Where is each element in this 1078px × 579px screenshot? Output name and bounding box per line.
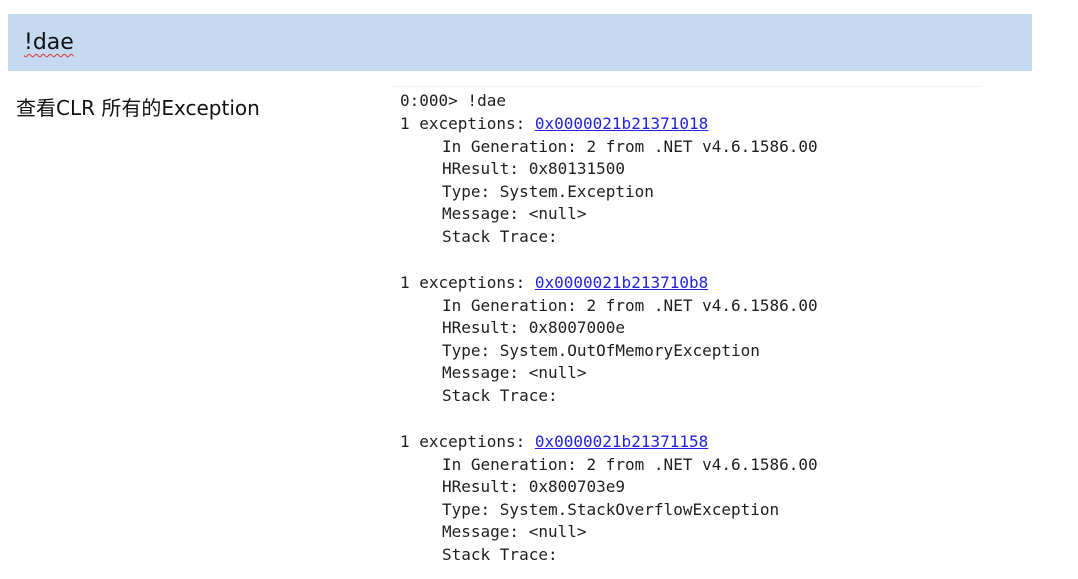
- exception-message: Message: <null>: [442, 204, 587, 223]
- exception-message: Message: <null>: [442, 522, 587, 541]
- exception-stack-trace: Stack Trace:: [442, 386, 558, 405]
- exception-stack-trace: Stack Trace:: [442, 545, 558, 564]
- exception-message: Message: <null>: [442, 363, 587, 382]
- exception-address-link[interactable]: 0x0000021b21371018: [535, 114, 708, 133]
- exception-hresult: HResult: 0x800703e9: [442, 477, 626, 496]
- exception-address-link[interactable]: 0x0000021b21371158: [535, 432, 708, 451]
- page-title: !dae: [24, 30, 74, 55]
- exception-stack-trace: Stack Trace:: [442, 227, 558, 246]
- exception-generation: In Generation: 2 from .NET v4.6.1586.00: [442, 455, 818, 474]
- exception-hresult: HResult: 0x80131500: [442, 159, 626, 178]
- console-output: 0:000> !dae 1 exceptions: 0x0000021b2137…: [392, 86, 982, 579]
- exception-address-link[interactable]: 0x0000021b213710b8: [535, 273, 708, 292]
- exception-type: Type: System.Exception: [442, 182, 654, 201]
- exception-generation: In Generation: 2 from .NET v4.6.1586.00: [442, 137, 818, 156]
- exception-header: 1 exceptions: 0x0000021b21371018: [400, 114, 708, 134]
- exception-type: Type: System.OutOfMemoryException: [442, 341, 760, 360]
- exception-type: Type: System.StackOverflowException: [442, 500, 780, 519]
- header-bar: !dae: [8, 14, 1032, 71]
- exception-header: 1 exceptions: 0x0000021b213710b8: [400, 273, 708, 293]
- exception-generation: In Generation: 2 from .NET v4.6.1586.00: [442, 296, 818, 315]
- exception-header: 1 exceptions: 0x0000021b21371158: [400, 432, 708, 452]
- command-description: 查看CLR 所有的Exception: [16, 96, 260, 120]
- prompt-line: 0:000> !dae: [400, 91, 506, 110]
- exception-prefix: 1 exceptions:: [400, 273, 535, 292]
- exception-hresult: HResult: 0x8007000e: [442, 318, 626, 337]
- exception-prefix: 1 exceptions:: [400, 432, 535, 451]
- exception-prefix: 1 exceptions:: [400, 114, 535, 133]
